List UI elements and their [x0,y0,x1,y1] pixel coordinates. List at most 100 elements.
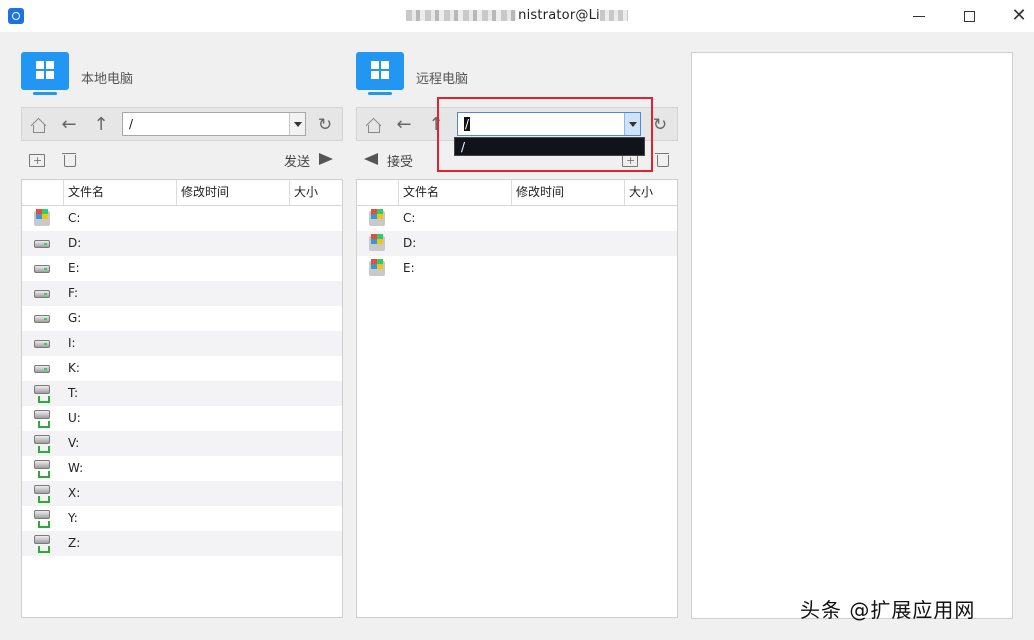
file-name: D: [403,236,417,250]
receive-button[interactable]: 接受 [387,151,413,170]
new-folder-icon [29,152,45,170]
file-row[interactable]: F: [22,281,342,306]
file-row[interactable]: K: [22,356,342,381]
watermark: 头条 @扩展应用网 [800,598,976,622]
remote-pc-label: 远程电脑 [416,72,469,87]
file-row[interactable]: E: [22,256,342,281]
disk-drive-icon [34,340,50,348]
file-name: E: [403,261,415,275]
file-name: C: [68,211,81,225]
back-button[interactable]: ← [393,114,415,136]
delete-button[interactable] [654,150,672,168]
file-name: V: [68,436,80,450]
column-modified[interactable]: 修改时间 [176,180,289,205]
close-button[interactable]: ✕ [996,0,1034,32]
file-row[interactable]: E: [357,256,677,281]
home-button[interactable] [27,114,49,136]
delete-button[interactable] [61,150,79,168]
refresh-button[interactable]: ↻ [314,114,336,136]
local-list-header: 文件名 修改时间 大小 [22,180,342,206]
windows-pc-icon [21,52,69,98]
redacted-title-part [599,10,628,21]
send-arrow-icon[interactable] [319,153,333,165]
file-row[interactable]: C: [22,206,342,231]
trash-icon [62,152,76,167]
file-name: F: [68,286,79,300]
up-button[interactable]: ↑ [90,114,112,136]
local-pc-label: 本地电脑 [81,72,134,87]
file-name: Z: [68,536,81,550]
send-button[interactable]: 发送 [284,151,310,170]
arrow-left-icon: ← [396,114,412,135]
arrow-left-icon: ← [61,114,77,135]
close-icon: ✕ [1011,5,1027,26]
title-bar: nistrator@Li ✕ [0,0,1034,32]
receive-arrow-icon[interactable] [364,153,378,165]
column-icon[interactable] [357,180,398,205]
column-filename[interactable]: 文件名 [63,180,176,205]
log-panel[interactable] [691,52,1013,619]
file-row[interactable]: W: [22,456,342,481]
column-size[interactable]: 大小 [624,180,677,205]
network-drive-icon [34,435,50,453]
system-drive-icon [369,259,385,276]
network-drive-icon [34,510,50,528]
file-row[interactable]: Z: [22,531,342,556]
disk-drive-icon [34,240,50,248]
network-drive-icon [34,535,50,553]
file-name: W: [68,461,84,475]
remote-file-list[interactable]: 文件名 修改时间 大小 C: D: E: [356,179,678,618]
file-row[interactable]: G: [22,306,342,331]
column-modified[interactable]: 修改时间 [511,180,624,205]
disk-drive-icon [34,290,50,298]
network-drive-icon [34,410,50,428]
file-row[interactable]: Y: [22,506,342,531]
local-navbar: ← ↑ / ↻ [21,107,343,141]
chevron-down-icon[interactable] [289,113,305,135]
back-button[interactable]: ← [58,114,80,136]
home-icon [30,118,46,133]
local-path-value: / [129,117,134,131]
disk-drive-icon [34,315,50,323]
column-icon[interactable] [22,180,63,205]
system-drive-icon [34,209,50,226]
local-header: 本地电脑 [21,52,343,100]
system-drive-icon [369,209,385,226]
maximize-button[interactable] [946,0,992,32]
file-row[interactable]: T: [22,381,342,406]
window-title: nistrator@Li [0,8,1034,23]
file-name: X: [68,486,81,500]
file-row[interactable]: V: [22,431,342,456]
arrow-up-icon: ↑ [93,114,109,135]
redacted-title-part [406,10,517,21]
windows-pc-icon [356,52,404,98]
local-panel: 本地电脑 ← ↑ / ↻ 发送 文件名 修改时间 大小 C: D: E: F: G: I:… [21,52,343,618]
column-filename[interactable]: 文件名 [398,180,511,205]
file-row[interactable]: D: [357,231,677,256]
file-row[interactable]: C: [357,206,677,231]
file-name: C: [403,211,416,225]
file-name: D: [68,236,82,250]
minimize-icon [913,15,925,17]
remote-panel: 远程电脑 ← ↑ / ↻ 接受 文件名 修改时间 大小 C:D:E: [356,52,678,618]
file-name: G: [68,311,82,325]
remote-header: 远程电脑 [356,52,678,100]
home-button[interactable] [362,114,384,136]
home-icon [365,118,381,133]
file-row[interactable]: I: [22,331,342,356]
column-size[interactable]: 大小 [289,180,342,205]
local-path-combo[interactable]: / [122,112,306,136]
new-folder-button[interactable] [29,150,47,170]
local-file-list[interactable]: 文件名 修改时间 大小 C: D: E: F: G: I: K: T: U: V: W: X: Y: Z: [21,179,343,618]
network-drive-icon [34,460,50,478]
file-name: U: [68,411,81,425]
file-row[interactable]: U: [22,406,342,431]
file-name: I: [68,336,76,350]
file-name: E: [68,261,80,275]
refresh-icon: ↻ [652,115,668,135]
local-actionbar: 发送 [21,148,343,170]
annotation-highlight-box [437,97,653,172]
file-row[interactable]: X: [22,481,342,506]
file-row[interactable]: D: [22,231,342,256]
minimize-button[interactable] [896,0,942,32]
